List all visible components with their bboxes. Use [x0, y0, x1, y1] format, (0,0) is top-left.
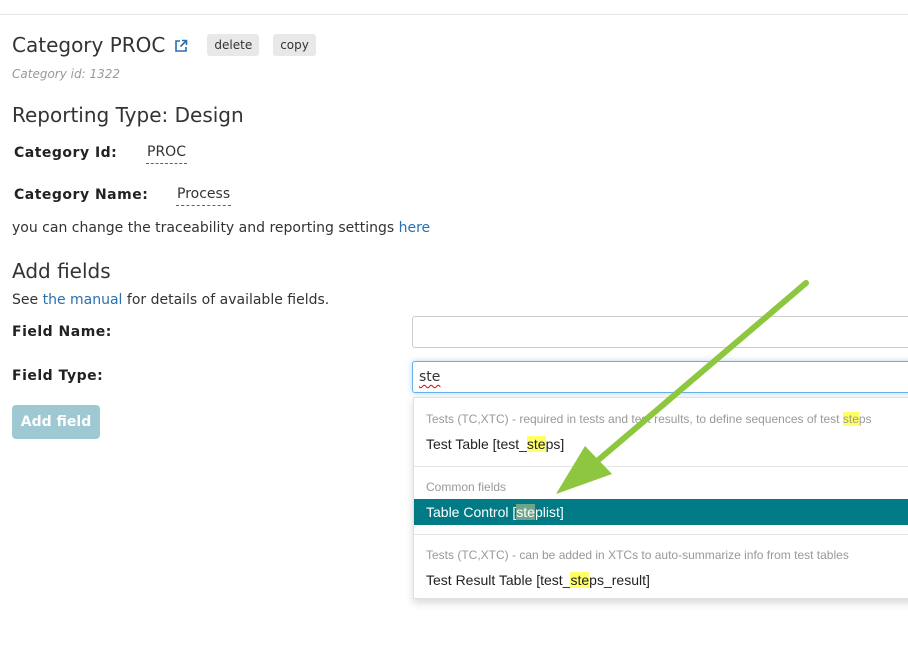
option-table-control[interactable]: Table Control [steplist] [414, 499, 908, 525]
option-test-result-table[interactable]: Test Result Table [test_steps_result] [426, 572, 650, 588]
traceability-text: you can change the traceability and repo… [12, 220, 399, 236]
field-type-dropdown: Tests (TC,XTC) - required in tests and t… [413, 397, 908, 599]
field-name-input[interactable] [412, 316, 908, 348]
category-id-value[interactable]: PROC [146, 144, 187, 164]
see-suffix: for details of available fields. [122, 292, 330, 308]
category-id-label: Category Id: [14, 145, 118, 161]
category-name-label: Category Name: [14, 187, 149, 203]
add-field-button[interactable]: Add field [12, 405, 100, 439]
page-title: Category PROC [12, 33, 166, 57]
see-prefix: See [12, 292, 43, 308]
dropdown-separator [414, 534, 908, 535]
manual-link[interactable]: the manual [43, 292, 123, 308]
option-test-table[interactable]: Test Table [test_steps] [426, 436, 564, 452]
group-header-tests-xtc: Tests (TC,XTC) - can be added in XTCs to… [426, 548, 849, 562]
traceability-link[interactable]: here [399, 220, 431, 236]
delete-button[interactable]: delete [207, 34, 260, 56]
traceability-note: you can change the traceability and repo… [12, 220, 430, 236]
field-type-value: ste [419, 369, 441, 385]
group-header-tests-required: Tests (TC,XTC) - required in tests and t… [426, 412, 872, 426]
group-header-common: Common fields [426, 480, 507, 494]
external-link-icon[interactable] [174, 38, 188, 52]
field-type-input[interactable]: ste [412, 361, 908, 393]
option-table-control-label: Table Control [steplist] [426, 504, 564, 520]
top-divider [0, 14, 908, 15]
field-type-label: Field Type: [12, 368, 104, 384]
reporting-type-heading: Reporting Type: Design [12, 103, 244, 127]
add-fields-heading: Add fields [12, 259, 111, 283]
manual-note: See the manual for details of available … [12, 292, 329, 308]
category-id-note: Category id: 1322 [12, 67, 120, 81]
title-row: Category PROC delete copy [12, 33, 316, 57]
dropdown-separator [414, 466, 908, 467]
copy-button[interactable]: copy [273, 34, 316, 56]
category-name-value[interactable]: Process [176, 186, 232, 206]
field-name-label: Field Name: [12, 324, 112, 340]
